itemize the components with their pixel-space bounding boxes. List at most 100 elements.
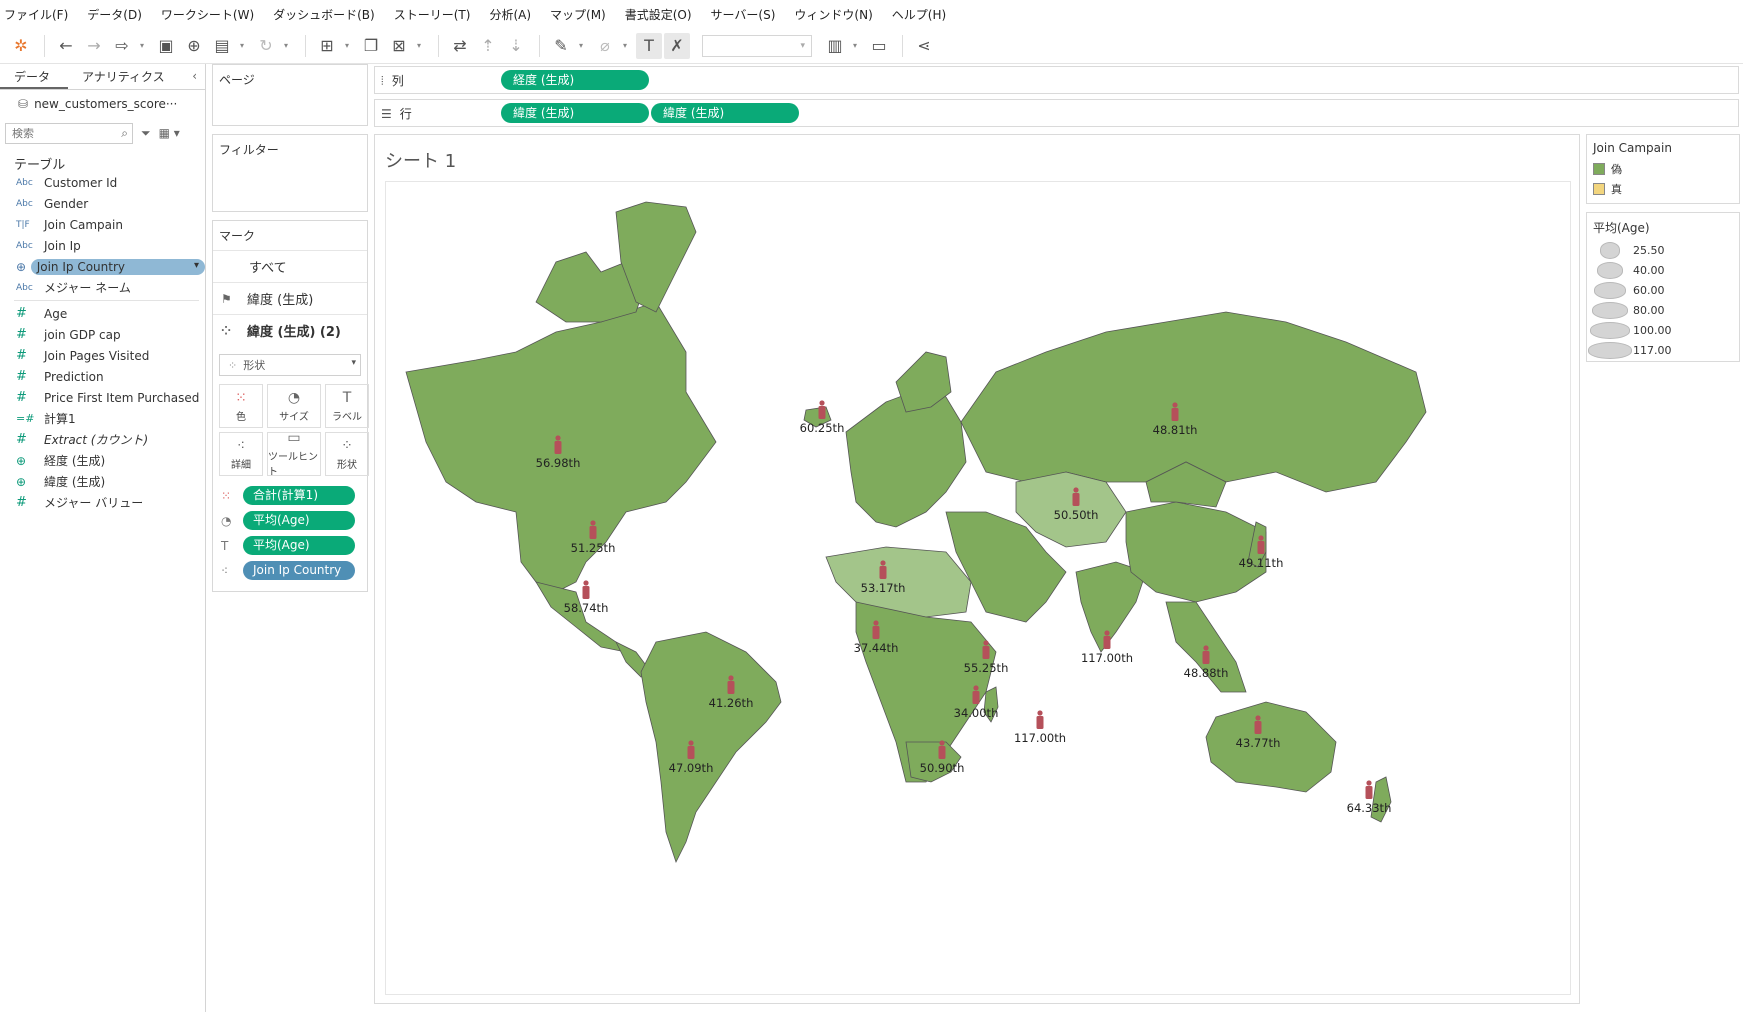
shape-button[interactable]: ⁘ 形状: [325, 432, 369, 476]
menu-analysis[interactable]: 分析(A): [489, 6, 531, 23]
tooltip-button[interactable]: ▭ ツールヒント: [267, 430, 321, 478]
detail-button[interactable]: ⁖ 詳細: [219, 432, 263, 476]
field-measure-values[interactable]: # メジャー バリュー: [0, 492, 205, 513]
pages-shelf[interactable]: ページ: [212, 64, 368, 126]
group-caret-icon[interactable]: ▾: [620, 33, 630, 59]
menu-map[interactable]: マップ(M): [550, 6, 606, 23]
world-map[interactable]: [386, 182, 1571, 995]
show-mark-labels-icon[interactable]: T: [636, 32, 662, 59]
show-me-caret-icon[interactable]: ▾: [850, 33, 860, 59]
sort-descending-icon[interactable]: ⇣: [503, 33, 529, 59]
legend-item-true[interactable]: 真: [1587, 179, 1739, 199]
tab-data[interactable]: データ: [0, 64, 68, 89]
label-pill[interactable]: 平均(Age): [243, 536, 355, 555]
menu-help[interactable]: ヘルプ(H): [892, 6, 946, 23]
filter-icon[interactable]: ⏷: [141, 126, 151, 141]
person-shape-mark[interactable]: [1036, 710, 1044, 729]
field-search-input[interactable]: [12, 127, 112, 140]
share-icon[interactable]: ⋖: [911, 33, 937, 59]
clear-caret-icon[interactable]: ▾: [414, 33, 424, 59]
person-shape-mark[interactable]: [1257, 535, 1265, 554]
duplicate-sheet-icon[interactable]: ❐: [358, 33, 384, 59]
color-button[interactable]: ⁙ 色: [219, 384, 263, 428]
save-icon[interactable]: ▣: [153, 33, 179, 59]
group-members-icon[interactable]: ⌀: [592, 33, 618, 59]
datasource-caret-icon[interactable]: ▾: [237, 33, 247, 59]
size-legend-item[interactable]: 60.00: [1587, 280, 1739, 300]
country-south-america[interactable]: [640, 631, 782, 864]
country-china[interactable]: [1125, 501, 1267, 603]
refresh-icon[interactable]: ↻: [253, 33, 279, 59]
person-shape-mark[interactable]: [1365, 780, 1373, 799]
replay-caret-icon[interactable]: ▾: [137, 33, 147, 59]
replay-icon[interactable]: ⇨: [109, 33, 135, 59]
highlight-caret-icon[interactable]: ▾: [576, 33, 586, 59]
detail-pill[interactable]: Join Ip Country: [243, 561, 355, 580]
tab-analytics[interactable]: アナリティクス: [68, 64, 178, 89]
mark-type-dropdown[interactable]: ⁘ 形状 ▾: [219, 354, 361, 376]
size-legend-item[interactable]: 40.00: [1587, 260, 1739, 280]
person-shape-mark[interactable]: [582, 580, 590, 599]
field-age[interactable]: # Age: [0, 303, 205, 324]
field-longitude-generated[interactable]: ⊕ 経度 (生成): [0, 450, 205, 471]
person-shape-mark[interactable]: [1171, 402, 1179, 421]
field-gender[interactable]: Abc Gender: [0, 193, 205, 214]
swap-rows-columns-icon[interactable]: ⇄: [447, 33, 473, 59]
person-shape-mark[interactable]: [687, 740, 695, 759]
redo-icon[interactable]: →: [81, 33, 107, 59]
collapse-pane-icon[interactable]: ‹: [192, 69, 197, 83]
person-shape-mark[interactable]: [554, 435, 562, 454]
presentation-mode-icon[interactable]: ▭: [866, 33, 892, 59]
field-customer-id[interactable]: Abc Customer Id: [0, 172, 205, 193]
person-shape-mark[interactable]: [972, 685, 980, 704]
menu-window[interactable]: ウィンドウ(N): [794, 6, 872, 23]
map-area[interactable]: 56.98th 51.25th 58.74th 41.26th 47.09th 60.25…: [385, 181, 1571, 995]
menu-file[interactable]: ファイル(F): [4, 6, 68, 23]
country-new-zealand[interactable]: [1370, 776, 1392, 823]
fix-axes-icon[interactable]: ✗: [664, 32, 690, 59]
clear-sheet-icon[interactable]: ⊠: [386, 33, 412, 59]
highlight-icon[interactable]: ✎: [548, 33, 574, 59]
size-legend-item[interactable]: 25.50: [1587, 240, 1739, 260]
field-extract-count[interactable]: # Extract (カウント): [0, 429, 205, 450]
field-join-pages-visited[interactable]: # Join Pages Visited: [0, 345, 205, 366]
legend-item-false[interactable]: 偽: [1587, 159, 1739, 179]
field-latitude-generated[interactable]: ⊕ 緯度 (生成): [0, 471, 205, 492]
marks-layer-2[interactable]: ⁘ 緯度 (生成) (2): [213, 314, 367, 346]
country-russia[interactable]: [960, 311, 1427, 493]
person-shape-mark[interactable]: [589, 520, 597, 539]
tableau-logo-icon[interactable]: ✲: [8, 33, 34, 59]
new-datasource-icon[interactable]: ⊕: [181, 33, 207, 59]
field-join-ip-country[interactable]: ⊕ Join Ip Country: [0, 256, 205, 277]
person-shape-mark[interactable]: [1103, 630, 1111, 649]
marks-layer-1[interactable]: ⚑ 緯度 (生成): [213, 282, 367, 314]
marks-layer-all[interactable]: すべて: [213, 250, 367, 282]
field-search[interactable]: ⌕: [5, 122, 133, 144]
label-button[interactable]: T ラベル: [325, 384, 369, 428]
color-pill[interactable]: 合計(計算1): [243, 486, 355, 505]
filters-shelf[interactable]: フィルター: [212, 134, 368, 212]
field-calc1[interactable]: =# 計算1: [0, 408, 205, 429]
menu-format[interactable]: 書式設定(O): [625, 6, 692, 23]
pause-updates-icon[interactable]: ▤: [209, 33, 235, 59]
size-legend-item[interactable]: 100.00: [1587, 320, 1739, 340]
field-join-campain[interactable]: T|F Join Campain: [0, 214, 205, 235]
columns-shelf[interactable]: ⦙ 列 経度 (生成): [374, 66, 1739, 94]
field-measure-names[interactable]: Abc メジャー ネーム: [0, 277, 205, 298]
view-options-icon[interactable]: ▦ ▾: [159, 126, 180, 140]
person-shape-mark[interactable]: [879, 560, 887, 579]
refresh-caret-icon[interactable]: ▾: [281, 33, 291, 59]
field-join-gdp-cap[interactable]: # join GDP cap: [0, 324, 205, 345]
person-shape-mark[interactable]: [818, 400, 826, 419]
menu-story[interactable]: ストーリー(T): [394, 6, 471, 23]
menu-worksheet[interactable]: ワークシート(W): [161, 6, 254, 23]
field-price-first-item[interactable]: # Price First Item Purchased: [0, 387, 205, 408]
person-shape-mark[interactable]: [872, 620, 880, 639]
menu-dashboard[interactable]: ダッシュボード(B): [273, 6, 375, 23]
new-worksheet-icon[interactable]: ⊞: [314, 33, 340, 59]
columns-pill[interactable]: 経度 (生成): [501, 70, 649, 90]
size-legend-item[interactable]: 117.00: [1587, 340, 1739, 360]
person-shape-mark[interactable]: [1202, 645, 1210, 664]
person-shape-mark[interactable]: [982, 640, 990, 659]
size-pill[interactable]: 平均(Age): [243, 511, 355, 530]
